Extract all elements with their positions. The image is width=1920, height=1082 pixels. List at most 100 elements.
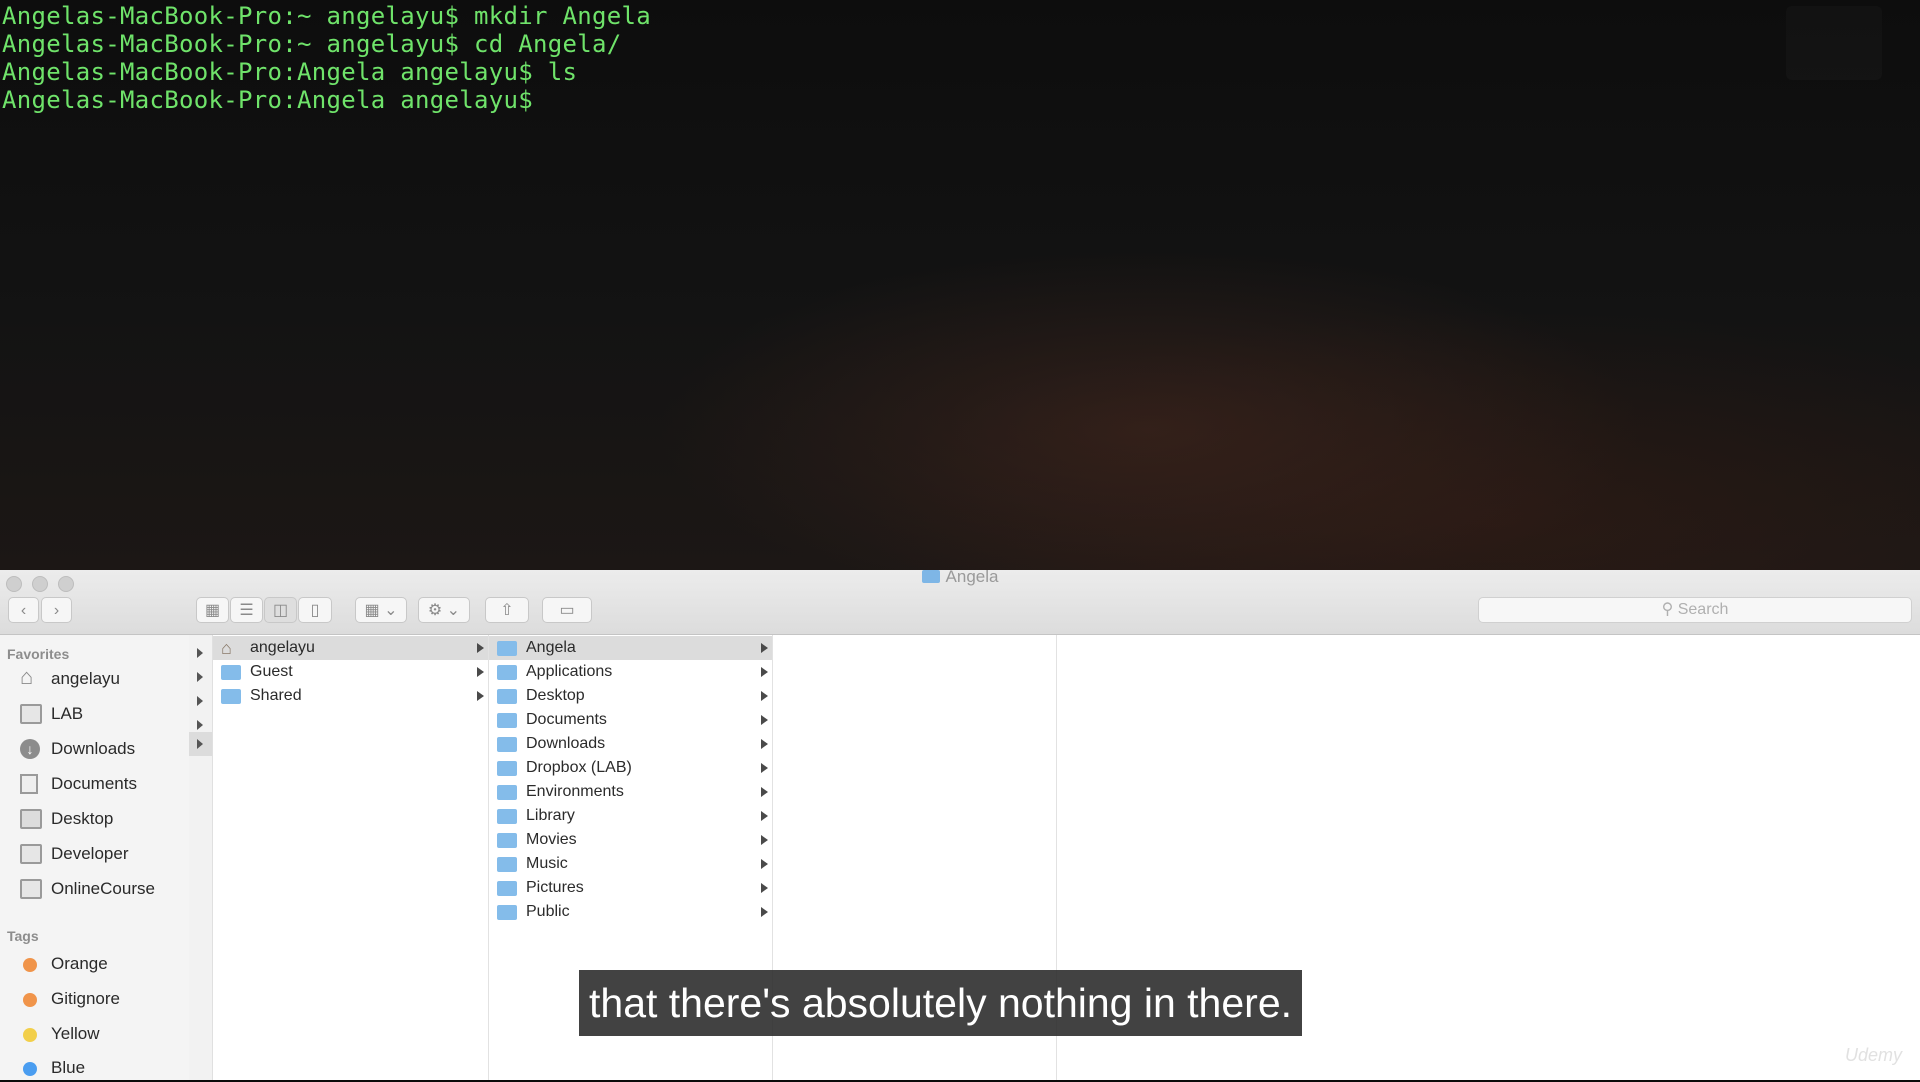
forward-icon: ›: [53, 602, 60, 619]
sidebar-item-downloads[interactable]: ↓ Downloads: [20, 735, 188, 763]
search-field[interactable]: ⚲ Search: [1478, 597, 1912, 623]
share-button[interactable]: ⇧: [485, 597, 529, 623]
disclosure-arrow-icon[interactable]: [197, 720, 203, 730]
folder-icon: [221, 689, 241, 704]
group-by-button[interactable]: ▦ ⌄: [355, 597, 407, 623]
sidebar-item-desktop[interactable]: Desktop: [20, 805, 188, 833]
back-button[interactable]: ‹: [8, 597, 39, 623]
sidebar-item-lab[interactable]: LAB: [20, 700, 188, 728]
finder-toolbar: Angela ‹ › ▦ ☰ ◫ ▯ ▦ ⌄ ⚙ ⌄ ⇧ ▭ ⚲ Search: [0, 568, 1920, 635]
chevron-right-icon: [761, 835, 768, 845]
cover-flow-icon: ▯: [310, 602, 320, 619]
terminal-line: Angelas-MacBook-Pro:~ angelayu$ cd Angel…: [2, 30, 622, 58]
folder-icon: [497, 641, 517, 656]
library-folder-icon: [497, 809, 517, 824]
sidebar-tag-yellow[interactable]: Yellow: [20, 1020, 188, 1048]
gear-icon: ⚙ ⌄: [427, 602, 461, 619]
list-item-shared[interactable]: Shared: [213, 684, 488, 708]
search-placeholder: Search: [1677, 601, 1729, 618]
list-item-library[interactable]: Library: [489, 804, 772, 828]
chevron-right-icon: [761, 787, 768, 797]
tags-heading: Tags: [7, 928, 39, 944]
sidebar-item-documents[interactable]: Documents: [20, 770, 188, 798]
folder-icon: [20, 844, 42, 864]
sidebar-tag-orange[interactable]: Orange: [20, 950, 188, 978]
column-view-button[interactable]: ◫: [264, 597, 297, 623]
terminal-scroll-area: [1786, 6, 1882, 80]
list-view-icon: ☰: [239, 602, 254, 619]
disclosure-gutter: [189, 635, 213, 1080]
disclosure-arrow-icon[interactable]: [197, 672, 203, 682]
icon-view-icon: ▦: [204, 602, 221, 619]
sidebar-tag-gitignore[interactable]: Gitignore: [20, 985, 188, 1013]
chevron-right-icon: [477, 643, 484, 653]
chevron-right-icon: [761, 715, 768, 725]
list-item-public[interactable]: Public: [489, 900, 772, 924]
folder-icon: [221, 665, 241, 680]
list-item-documents[interactable]: Documents: [489, 708, 772, 732]
terminal-window[interactable]: Angelas-MacBook-Pro:~ angelayu$ mkdir An…: [0, 0, 1920, 572]
column-users: ⌂ angelayu Guest Shared: [213, 635, 489, 1080]
chevron-right-icon: [761, 883, 768, 893]
list-item-dropbox[interactable]: Dropbox (LAB): [489, 756, 772, 780]
terminal-prompt[interactable]: Angelas-MacBook-Pro:Angela angelayu$: [2, 86, 651, 114]
finder-sidebar: Favorites ⌂ angelayu LAB ↓ Downloads Doc…: [0, 635, 190, 1080]
list-item-applications[interactable]: Applications: [489, 660, 772, 684]
share-icon: ⇧: [500, 602, 514, 619]
back-icon: ‹: [20, 602, 27, 619]
sidebar-item-developer[interactable]: Developer: [20, 840, 188, 868]
movies-folder-icon: [497, 833, 517, 848]
disclosure-arrow-icon[interactable]: [197, 696, 203, 706]
public-folder-icon: [497, 905, 517, 920]
chevron-right-icon: [761, 643, 768, 653]
folder-icon: [497, 785, 517, 800]
home-icon: ⌂: [221, 638, 232, 658]
desktop-folder-icon: [497, 689, 517, 704]
chevron-right-icon: [477, 667, 484, 677]
window-title: Angela: [0, 568, 1920, 585]
blue-tag-dot: [23, 1062, 37, 1076]
pictures-folder-icon: [497, 881, 517, 896]
chevron-right-icon: [761, 907, 768, 917]
sidebar-tag-blue[interactable]: Blue: [20, 1054, 188, 1082]
list-view-button[interactable]: ☰: [230, 597, 263, 623]
list-item-angelayu[interactable]: ⌂ angelayu: [213, 636, 488, 660]
list-item-music[interactable]: Music: [489, 852, 772, 876]
chevron-right-icon: [761, 763, 768, 773]
disclosure-arrow-icon[interactable]: [197, 648, 203, 658]
list-item-pictures[interactable]: Pictures: [489, 876, 772, 900]
favorites-heading: Favorites: [7, 646, 70, 662]
documents-icon: [20, 774, 38, 794]
downloads-folder-icon: [497, 737, 517, 752]
tag-icon: ▭: [559, 602, 575, 619]
chevron-right-icon: [761, 691, 768, 701]
udemy-watermark: Udemy: [1844, 1045, 1902, 1065]
list-item-desktop[interactable]: Desktop: [489, 684, 772, 708]
group-icon: ▦ ⌄: [364, 602, 398, 619]
applications-folder-icon: [497, 665, 517, 680]
forward-button[interactable]: ›: [41, 597, 72, 623]
chevron-right-icon: [477, 691, 484, 701]
column-view-icon: ◫: [272, 602, 289, 619]
terminal-output: Angelas-MacBook-Pro:~ angelayu$ mkdir An…: [2, 2, 651, 114]
cover-flow-button[interactable]: ▯: [298, 597, 332, 623]
list-item-angela[interactable]: Angela: [489, 636, 772, 660]
documents-folder-icon: [497, 713, 517, 728]
disclosure-arrow-icon[interactable]: [197, 739, 203, 749]
chevron-right-icon: [761, 667, 768, 677]
chevron-right-icon: [761, 811, 768, 821]
action-button[interactable]: ⚙ ⌄: [418, 597, 470, 623]
list-item-guest[interactable]: Guest: [213, 660, 488, 684]
sidebar-item-angelayu[interactable]: ⌂ angelayu: [20, 665, 188, 693]
dropbox-folder-icon: [497, 761, 517, 776]
sidebar-item-onlinecourse[interactable]: OnlineCourse: [20, 875, 188, 903]
list-item-downloads[interactable]: Downloads: [489, 732, 772, 756]
orange-tag-dot: [23, 958, 37, 972]
search-icon: ⚲: [1661, 601, 1674, 618]
list-item-environments[interactable]: Environments: [489, 780, 772, 804]
tags-button[interactable]: ▭: [542, 597, 592, 623]
list-item-movies[interactable]: Movies: [489, 828, 772, 852]
terminal-line: Angelas-MacBook-Pro:~ angelayu$ mkdir An…: [2, 2, 651, 30]
downloads-icon: ↓: [20, 739, 40, 759]
icon-view-button[interactable]: ▦: [196, 597, 229, 623]
